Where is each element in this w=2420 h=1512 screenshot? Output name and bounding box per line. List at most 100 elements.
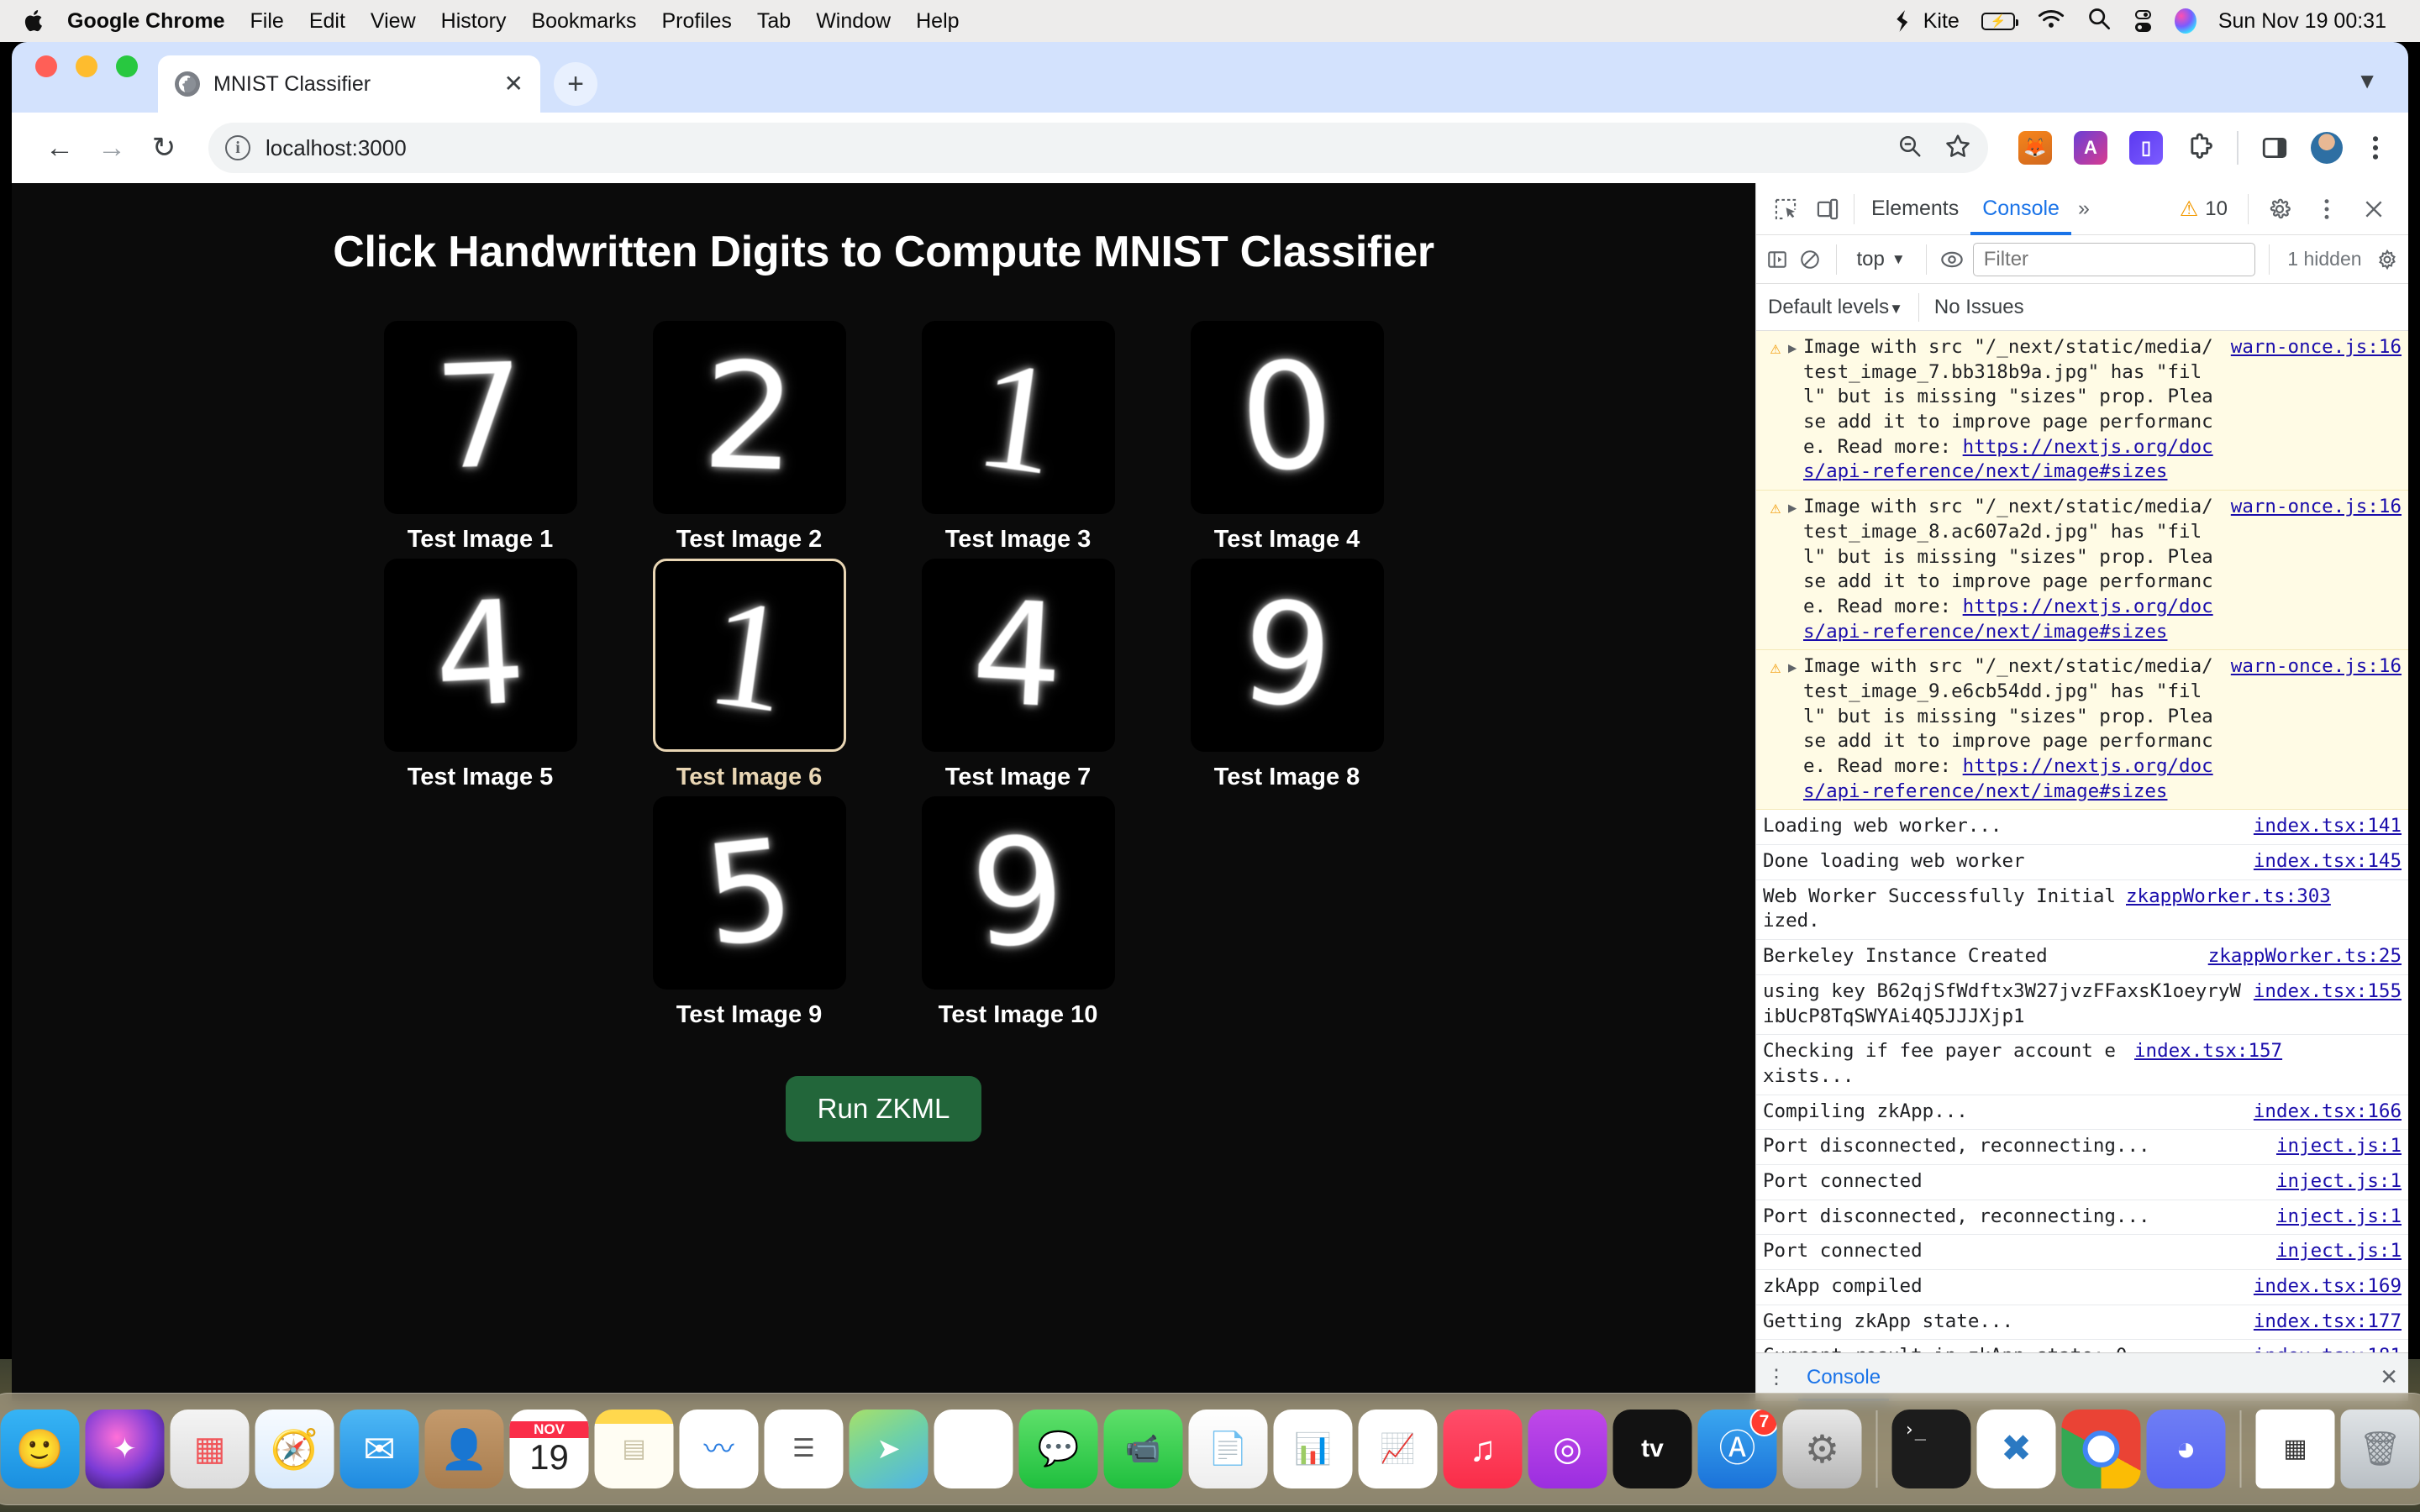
console-message-log[interactable]: Compiling zkApp... index.tsx:166 (1756, 1095, 2408, 1131)
three-dot-menu-icon[interactable] (2365, 134, 2386, 161)
console-message-source[interactable]: inject.js:1 (2276, 1239, 2402, 1264)
gear-icon[interactable] (2259, 188, 2301, 230)
console-message-source[interactable]: inject.js:1 (2276, 1169, 2402, 1194)
console-message-log[interactable]: Port disconnected, reconnecting... injec… (1756, 1200, 2408, 1236)
dock-downloads-stack[interactable]: ▦ (2255, 1410, 2335, 1488)
digit-thumbnail[interactable]: 2 (652, 321, 846, 514)
dock-app-numbers[interactable]: 📊 (1273, 1410, 1353, 1488)
expand-arrow-icon[interactable]: ▶ (1788, 495, 1803, 517)
console-filter-input[interactable] (1972, 242, 2255, 276)
console-message-source[interactable]: index.tsx:169 (2254, 1274, 2402, 1299)
digit-thumbnail[interactable]: 9 (921, 796, 1115, 990)
dock-app-messages[interactable]: 💬 (1018, 1410, 1098, 1488)
zoom-out-icon[interactable] (1897, 134, 1923, 163)
dock-trash[interactable]: 🗑 (2340, 1410, 2420, 1488)
siri-icon[interactable] (2174, 8, 2196, 34)
console-message-log[interactable]: Port disconnected, reconnecting... injec… (1756, 1130, 2408, 1165)
address-bar[interactable]: i localhost:3000 (208, 123, 1988, 173)
console-message-log[interactable]: Web Worker Successfully Initialized. zka… (1756, 880, 2408, 941)
menu-view[interactable]: View (371, 9, 416, 34)
console-message-source[interactable]: warn-once.js:16 (2231, 654, 2402, 680)
digit-thumbnail-selected[interactable]: 1 (652, 559, 846, 752)
maximize-window-button[interactable] (116, 55, 138, 77)
dock-app-freeform[interactable]: 〰 (679, 1410, 759, 1488)
console-message-warning[interactable]: ⚠ ▶ Image with src "/_next/static/media/… (1756, 491, 2408, 651)
profile-avatar[interactable] (2311, 132, 2343, 164)
console-message-source[interactable]: index.tsx:181 (2254, 1344, 2402, 1352)
metamask-extension-icon[interactable]: 🦊 (2018, 131, 2052, 165)
console-message-log[interactable]: Port connected inject.js:1 (1756, 1165, 2408, 1200)
site-info-icon[interactable]: i (225, 135, 250, 160)
dock-app-apple-tv[interactable]: tv (1612, 1410, 1692, 1488)
dock-app-calendar[interactable]: NOV 19 (509, 1410, 589, 1488)
console-message-source[interactable]: inject.js:1 (2276, 1134, 2402, 1159)
console-message-source[interactable]: zkappWorker.ts:25 (2208, 944, 2402, 969)
auro-wallet-extension-icon[interactable]: A (2074, 131, 2107, 165)
no-issues-label[interactable]: No Issues (1934, 296, 2024, 319)
kite-status-item[interactable]: Kite (1894, 9, 1960, 34)
control-center-icon[interactable] (2133, 10, 2153, 32)
digit-card-8[interactable]: 9 Test Image 8 (1165, 559, 1409, 791)
apple-menu-icon[interactable] (22, 7, 47, 35)
device-toolbar-icon[interactable] (1807, 188, 1849, 230)
menu-history[interactable]: History (441, 9, 507, 34)
browser-tab-mnist-classifier[interactable]: MNIST Classifier ✕ (158, 55, 540, 113)
dock-app-launchpad[interactable]: ▦ (170, 1410, 250, 1488)
tab-console[interactable]: Console (1970, 183, 2071, 235)
console-message-source[interactable]: index.tsx:166 (2254, 1100, 2402, 1125)
digit-thumbnail[interactable]: 7 (383, 321, 577, 514)
close-devtools-icon[interactable] (2353, 188, 2395, 230)
console-message-list[interactable]: ⚠ ▶ Image with src "/_next/static/media/… (1756, 331, 2408, 1352)
dock-app-facetime[interactable]: 📹 (1103, 1410, 1183, 1488)
close-window-button[interactable] (35, 55, 57, 77)
live-expression-icon[interactable] (1939, 239, 1964, 281)
dock-app-music[interactable]: ♫ (1443, 1410, 1523, 1488)
dock-app-mail[interactable]: ✉ (339, 1410, 419, 1488)
digit-card-3[interactable]: 1 Test Image 3 (897, 321, 1140, 554)
menu-bookmarks[interactable]: Bookmarks (531, 9, 636, 34)
console-sidebar-icon[interactable] (1765, 239, 1789, 281)
console-settings-gear-icon[interactable] (2375, 239, 2400, 281)
context-selector[interactable]: top ▼ (1849, 248, 1912, 271)
dock-app-podcasts[interactable]: ◎ (1528, 1410, 1607, 1488)
digit-card-9[interactable]: 5 Test Image 9 (628, 796, 871, 1029)
console-message-log[interactable]: Current result in zkApp state: 0 index.t… (1756, 1340, 2408, 1352)
dock-app-visual-studio-code[interactable]: ✖ (1976, 1410, 2056, 1488)
console-message-log[interactable]: Done loading web worker index.tsx:145 (1756, 845, 2408, 880)
inspect-element-icon[interactable] (1765, 188, 1807, 230)
close-drawer-icon[interactable]: ✕ (2380, 1364, 2398, 1390)
console-message-source[interactable]: inject.js:1 (2276, 1205, 2402, 1230)
dock-app-keynote[interactable]: 📈 (1358, 1410, 1438, 1488)
new-tab-button[interactable]: + (554, 62, 597, 106)
dock-app-app-store[interactable]: Ⓐ 7 (1697, 1410, 1777, 1488)
battery-charging-icon[interactable]: ⚡ (1981, 12, 2018, 30)
dock-app-google-chrome[interactable] (2061, 1410, 2141, 1488)
console-message-warning[interactable]: ⚠ ▶ Image with src "/_next/static/media/… (1756, 331, 2408, 491)
console-message-log[interactable]: Getting zkApp state... index.tsx:177 (1756, 1305, 2408, 1341)
default-levels-dropdown[interactable]: Default levels▼ (1768, 296, 1903, 319)
back-button[interactable]: ← (34, 122, 86, 174)
pallad-extension-icon[interactable]: ▯ (2129, 131, 2163, 165)
digit-thumbnail[interactable]: 5 (652, 796, 846, 990)
menu-profiles[interactable]: Profiles (662, 9, 732, 34)
dock-app-system-settings[interactable]: ⚙ (1782, 1410, 1862, 1488)
digit-card-2[interactable]: 2 Test Image 2 (628, 321, 871, 554)
devtools-kebab-icon[interactable] (2306, 188, 2348, 230)
spotlight-search-icon[interactable] (2087, 7, 2111, 36)
console-message-source[interactable]: index.tsx:157 (2134, 1039, 2282, 1064)
menu-tab[interactable]: Tab (757, 9, 791, 34)
digit-thumbnail[interactable]: 4 (921, 559, 1115, 752)
digit-thumbnail[interactable]: 1 (921, 321, 1115, 514)
more-tabs-icon[interactable]: » (2071, 197, 2096, 221)
side-panel-icon[interactable] (2260, 134, 2289, 162)
menu-google-chrome[interactable]: Google Chrome (67, 9, 225, 34)
chevron-down-icon[interactable]: ▼ (2356, 68, 2378, 94)
minimize-window-button[interactable] (76, 55, 97, 77)
console-message-source[interactable]: index.tsx:177 (2254, 1310, 2402, 1335)
dock-app-reminders[interactable]: ☰ (764, 1410, 844, 1488)
console-message-source[interactable]: index.tsx:141 (2254, 814, 2402, 839)
close-tab-button[interactable]: ✕ (504, 72, 523, 96)
digit-thumbnail[interactable]: 0 (1190, 321, 1384, 514)
expand-arrow-icon[interactable]: ▶ (1788, 654, 1803, 677)
dock-app-photos[interactable]: ❀ (934, 1410, 1013, 1488)
